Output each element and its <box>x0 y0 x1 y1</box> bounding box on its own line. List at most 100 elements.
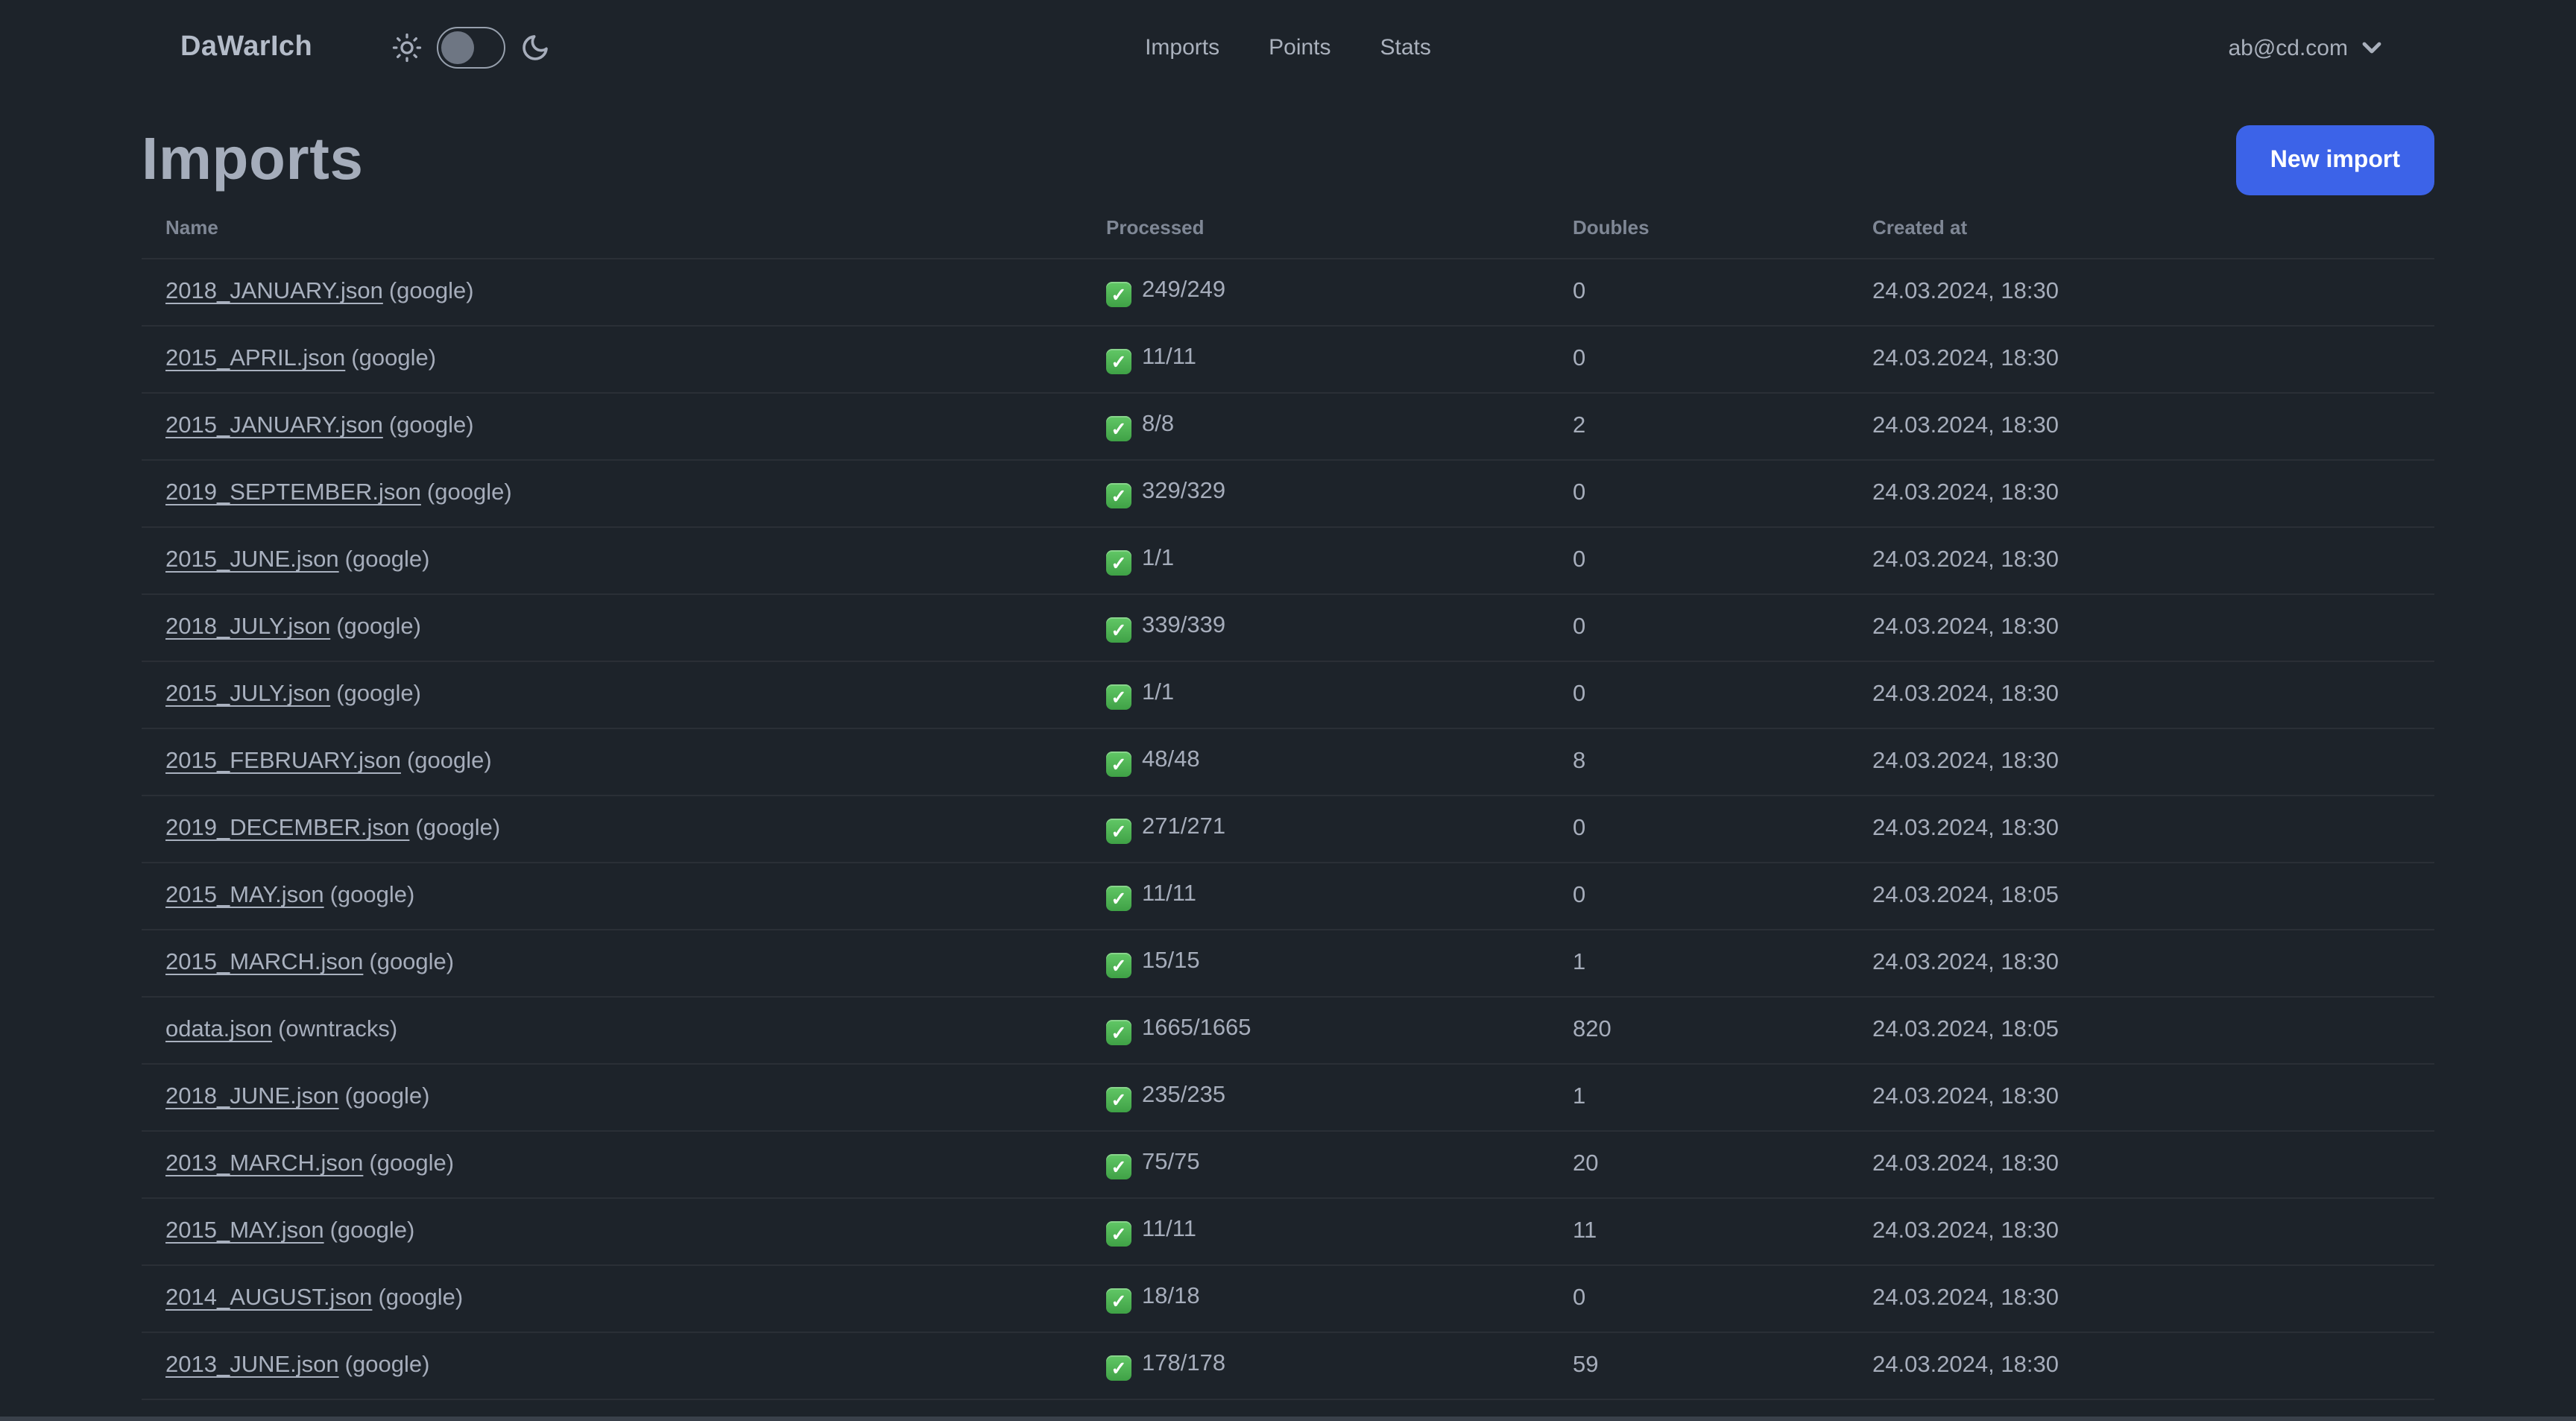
app-logo[interactable]: DaWarIch <box>180 31 312 64</box>
created-at: 24.03.2024, 18:30 <box>1872 1218 2059 1244</box>
import-file-link[interactable]: 2015_MAY.json <box>165 1218 324 1244</box>
import-row: 2015_JUNE.json (google) ✓ 1/1 0 24.03.2024… <box>142 527 2434 594</box>
navbar: DaWarIch Imports Points Stats ab@cd.com <box>0 0 2576 95</box>
import-row: odata.json (owntracks) ✓ 1665/1665 820 24.… <box>142 997 2434 1064</box>
created-at: 24.03.2024, 18:30 <box>1872 681 2059 707</box>
processed-count: 249/249 <box>1142 277 1226 303</box>
import-file-link[interactable]: 2015_JUNE.json <box>165 547 339 573</box>
import-file-link[interactable]: 2013_MARCH.json <box>165 1151 363 1176</box>
white-check-mark-icon: ✓ <box>1106 617 1131 643</box>
imports-table-body: 2018_JANUARY.json (google) ✓ 249/249 0 24.… <box>142 259 2434 1421</box>
processed-count: 11/11 <box>1142 881 1196 907</box>
user-email: ab@cd.com <box>2228 35 2348 60</box>
white-check-mark-icon: ✓ <box>1106 1355 1131 1381</box>
import-row: 2018_JULY.json (google) ✓ 339/339 0 24.03.… <box>142 594 2434 661</box>
import-file-link[interactable]: 2015_JANUARY.json <box>165 413 383 438</box>
import-source-label: (google) <box>388 279 474 304</box>
import-file-link[interactable]: 2013_JUNE.json <box>165 1352 339 1378</box>
doubles-count: 11 <box>1573 1218 1597 1244</box>
doubles-count: 0 <box>1573 681 1586 707</box>
import-file-link[interactable]: 2015_FEBRUARY.json <box>165 749 401 774</box>
white-check-mark-icon: ✓ <box>1106 1221 1131 1247</box>
doubles-count: 59 <box>1573 1352 1599 1378</box>
doubles-count: 0 <box>1573 279 1586 304</box>
created-at: 24.03.2024, 18:30 <box>1872 816 2059 841</box>
created-at: 24.03.2024, 18:05 <box>1872 1017 2059 1042</box>
import-row: 2019_SEPTEMBER.json (google) ✓ 329/329 0 2… <box>142 460 2434 527</box>
processed-count: 15/15 <box>1142 948 1200 974</box>
navbar-right: ab@cd.com <box>2228 35 2382 60</box>
import-file-link[interactable]: 2018_JUNE.json <box>165 1084 339 1109</box>
white-check-mark-icon: ✓ <box>1106 953 1131 978</box>
import-source-label: (google) <box>329 1218 415 1244</box>
import-row: 2014_AUGUST.json (google) ✓ 18/18 0 24.03.… <box>142 1265 2434 1332</box>
doubles-count: 1 <box>1573 1084 1586 1109</box>
import-row: 2018_JANUARY.json (google) ✓ 249/249 0 24.… <box>142 259 2434 326</box>
processed-count: 178/178 <box>1142 1351 1226 1376</box>
nav-item-stats[interactable]: Stats <box>1380 35 1431 60</box>
column-header-created-at: Created at <box>1872 216 1968 239</box>
import-source-label: (google) <box>378 1285 464 1311</box>
white-check-mark-icon: ✓ <box>1106 483 1131 508</box>
import-source-label: (google) <box>388 413 474 438</box>
chevron-down-icon <box>2361 40 2382 55</box>
import-source-label: (google) <box>344 547 430 573</box>
user-menu[interactable]: ab@cd.com <box>2228 35 2382 60</box>
import-source-label: (google) <box>344 1352 430 1378</box>
processed-count: 329/329 <box>1142 479 1226 504</box>
import-row: 2018_JUNE.json (google) ✓ 235/235 1 24.03.… <box>142 1064 2434 1131</box>
created-at: 24.03.2024, 18:30 <box>1872 749 2059 774</box>
import-row: 2015_JANUARY.json (google) ✓ 8/8 2 24.03.2… <box>142 393 2434 460</box>
imports-page: Imports New import Name Processed Double… <box>0 125 2576 1421</box>
import-source-label: (google) <box>415 816 501 841</box>
processed-count: 235/235 <box>1142 1083 1226 1108</box>
processed-count: 8/8 <box>1142 412 1175 437</box>
processed-count: 11/11 <box>1142 1217 1196 1242</box>
theme-toggle[interactable] <box>436 27 505 69</box>
import-file-link[interactable]: 2015_MARCH.json <box>165 950 363 975</box>
import-file-link[interactable]: 2018_JANUARY.json <box>165 279 383 304</box>
white-check-mark-icon: ✓ <box>1106 416 1131 441</box>
import-row: 2019_DECEMBER.json (google) ✓ 271/271 0 24… <box>142 795 2434 863</box>
import-row: 2015_JULY.json (google) ✓ 1/1 0 24.03.2024… <box>142 661 2434 728</box>
created-at: 24.03.2024, 18:30 <box>1872 1285 2059 1311</box>
import-file-link[interactable]: 2015_APRIL.json <box>165 346 345 371</box>
import-file-link[interactable]: 2015_MAY.json <box>165 883 324 908</box>
white-check-mark-icon: ✓ <box>1106 819 1131 844</box>
nav-item-imports[interactable]: Imports <box>1145 35 1219 60</box>
import-file-link[interactable]: 2018_JULY.json <box>165 614 330 640</box>
import-file-link[interactable]: 2019_SEPTEMBER.json <box>165 480 421 505</box>
import-row: 2015_MAY.json (google) ✓ 11/11 0 24.03.202… <box>142 863 2434 930</box>
created-at: 24.03.2024, 18:30 <box>1872 1151 2059 1176</box>
created-at: 24.03.2024, 18:30 <box>1872 279 2059 304</box>
import-row: 2013_JUNE.json (google) ✓ 178/178 59 24.03… <box>142 1332 2434 1399</box>
doubles-count: 820 <box>1573 1017 1611 1042</box>
white-check-mark-icon: ✓ <box>1106 282 1131 307</box>
white-check-mark-icon: ✓ <box>1106 349 1131 374</box>
import-row: 2013_MARCH.json (google) ✓ 75/75 20 24.03.… <box>142 1131 2434 1198</box>
processed-count: 75/75 <box>1142 1150 1200 1175</box>
created-at: 24.03.2024, 18:30 <box>1872 1352 2059 1378</box>
nav-item-points[interactable]: Points <box>1269 35 1330 60</box>
theme-toggle-group <box>391 27 549 69</box>
import-source-label: (google) <box>369 950 455 975</box>
horizontal-scrollbar[interactable] <box>0 1417 2576 1421</box>
column-header-processed: Processed <box>1106 216 1205 239</box>
page-head: Imports New import <box>142 125 2434 195</box>
import-file-link[interactable]: 2015_JULY.json <box>165 681 330 707</box>
navbar-left: DaWarIch <box>180 27 549 69</box>
doubles-count: 2 <box>1573 413 1586 438</box>
main-nav: Imports Points Stats <box>1145 35 1431 60</box>
doubles-count: 20 <box>1573 1151 1599 1176</box>
import-row: 2015_MARCH.json (google) ✓ 15/15 1 24.03.2… <box>142 930 2434 997</box>
processed-count: 271/271 <box>1142 814 1226 839</box>
import-file-link[interactable]: 2019_DECEMBER.json <box>165 816 409 841</box>
created-at: 24.03.2024, 18:30 <box>1872 413 2059 438</box>
column-header-name: Name <box>165 216 218 239</box>
processed-count: 18/18 <box>1142 1284 1200 1309</box>
import-source-label: (google) <box>426 480 512 505</box>
page-title: Imports <box>142 127 364 192</box>
import-file-link[interactable]: odata.json <box>165 1017 272 1042</box>
import-file-link[interactable]: 2014_AUGUST.json <box>165 1285 372 1311</box>
new-import-button[interactable]: New import <box>2235 125 2434 195</box>
